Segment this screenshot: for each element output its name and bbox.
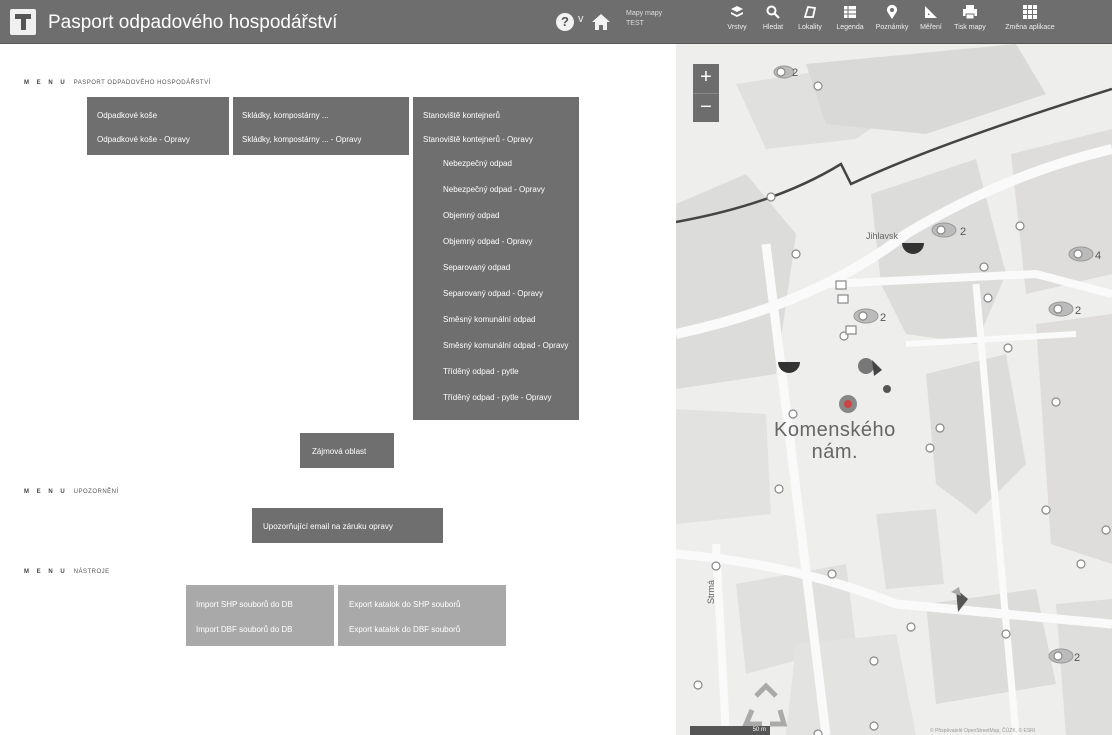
zoom-in-button[interactable]: + [693, 64, 719, 93]
tool-measure[interactable]: Měření [914, 4, 948, 42]
cluster-count: 2 [960, 226, 966, 238]
menu-title: UPOZORNĚNÍ [73, 489, 119, 495]
menu-item-separovany-odpad[interactable]: Separovaný odpad [423, 263, 568, 289]
map-canvas: 2 2 4 2 2 2 [676, 44, 1112, 735]
menu-title: PASPORT ODPADOVÉHO HOSPODÁŘSTVÍ [73, 80, 211, 86]
cluster-count: 2 [880, 312, 886, 324]
app-logo-icon [10, 9, 36, 35]
menu-item-label: Zájmová oblast [312, 447, 367, 456]
tool-print[interactable]: Tisk mapy [950, 4, 990, 42]
zoom-out-button[interactable]: − [693, 93, 719, 123]
cluster-count: 2 [792, 67, 798, 79]
street-label-strma: Strmá [706, 579, 716, 604]
measure-icon [923, 4, 939, 20]
menu-item-objemny-odpad[interactable]: Objemný odpad [423, 211, 568, 237]
map-attribution: © Přispěvatelé OpenStreetMap, ČÚZK, © ES… [930, 728, 1036, 734]
export-dbf-button[interactable]: Export katalok do DBF souborů [349, 625, 460, 634]
menu-item-objemny-odpad-opravy[interactable]: Objemný odpad - Opravy [423, 237, 568, 263]
zoom-control: + − [693, 64, 719, 122]
place-label-line: Komenského [774, 419, 896, 441]
menu-item-odpadkove-kose-opravy[interactable]: Odpadkové koše - Opravy [97, 135, 190, 144]
place-label-line: nám. [811, 441, 859, 463]
tool-label: Lokality [798, 24, 822, 31]
warning-email-button[interactable]: Upozorňující email na záruku opravy [252, 508, 443, 543]
print-icon [962, 4, 978, 20]
cluster-count: 2 [1074, 652, 1080, 664]
app-header: Pasport odpadového hospodářství ? v Mapy… [0, 0, 1112, 44]
tool-label: Změna aplikace [1005, 24, 1055, 31]
cluster-count: 4 [1095, 250, 1101, 262]
menu-title: NÁSTROJE [73, 569, 110, 575]
pin-icon [884, 4, 900, 20]
tool-localities[interactable]: Lokality [794, 4, 826, 42]
layers-icon [729, 4, 745, 20]
menu-item-nebezpecny-odpad-opravy[interactable]: Nebezpečný odpad - Opravy [423, 185, 568, 211]
menu-item-skladky[interactable]: Skládky, kompostárny ... [242, 111, 329, 120]
menu-item-nebezpecny-odpad[interactable]: Nebezpečný odpad [423, 159, 568, 185]
menu-heading-upozorneni: M E N U UPOZORNĚNÍ [24, 489, 119, 495]
menu-item-stanoviste-kontejneru[interactable]: Stanoviště kontejnerů [423, 111, 568, 135]
tool-label: Vrstvy [727, 24, 747, 31]
menu-item-odpadkove-kose[interactable]: Odpadkové koše [97, 111, 157, 120]
containers-list: Stanoviště kontejnerů Stanoviště kontejn… [423, 111, 568, 419]
menu-prefix: M E N U [24, 489, 68, 495]
help-button[interactable]: ? [556, 13, 574, 31]
tool-label: Legenda [836, 24, 864, 31]
legend-icon [842, 4, 858, 20]
tool-label: Hledat [762, 24, 784, 31]
menu-item-smesny-odpad[interactable]: Směsný komunální odpad [423, 315, 568, 341]
scale-bar: 50 m [690, 726, 770, 735]
help-dropdown-caret[interactable]: v [578, 13, 584, 25]
apps-grid-icon [1022, 4, 1038, 20]
menu-group-bins: Odpadkové koše Odpadkové koše - Opravy [87, 97, 229, 155]
menu-panel: M E N U PASPORT ODPADOVÉHO HOSPODÁŘSTVÍ O… [0, 44, 676, 735]
menu-item-stanoviste-kontejneru-opravy[interactable]: Stanoviště kontejnerů - Opravy [423, 135, 568, 159]
menu-item-trideny-odpad-pytle-opravy[interactable]: Tříděný odpad - pytle - Opravy [423, 393, 568, 419]
menu-item-smesny-odpad-opravy[interactable]: Směsný komunální odpad - Opravy [423, 341, 568, 367]
tool-label: Poznámky [875, 24, 909, 31]
menu-item-separovany-odpad-opravy[interactable]: Separovaný odpad - Opravy [423, 289, 568, 315]
export-shp-button[interactable]: Export katalok do SHP souborů [349, 600, 460, 609]
menu-item-zajmova-oblast[interactable]: Zájmová oblast [300, 433, 394, 468]
map-view[interactable]: 2 2 4 2 2 2 + − Komenského nám. Jihlavsk… [676, 44, 1112, 735]
warning-email-label: Upozorňující email na záruku opravy [263, 522, 393, 531]
menu-prefix: M E N U [24, 80, 68, 86]
locality-icon [802, 4, 818, 20]
cluster-count: 2 [1075, 305, 1081, 317]
tools-group-import: Import SHP souborů do DB Import DBF soub… [186, 585, 334, 646]
tool-label: Tisk mapy [954, 24, 986, 31]
tool-layers[interactable]: Vrstvy [722, 4, 752, 42]
tool-change-app[interactable]: Změna aplikace [1000, 4, 1060, 42]
menu-heading-nastroje: M E N U NÁSTROJE [24, 569, 110, 575]
map-name-line: Mapy mapy [626, 10, 663, 17]
app-title: Pasport odpadového hospodářství [48, 12, 338, 33]
menu-group-landfills: Skládky, kompostárny ... Skládky, kompos… [233, 97, 409, 155]
menu-group-containers: Stanoviště kontejnerů Stanoviště kontejn… [413, 97, 579, 420]
tool-notes[interactable]: Poznámky [872, 4, 912, 42]
place-label: Komenského nám. [774, 419, 896, 463]
menu-item-trideny-odpad-pytle[interactable]: Tříděný odpad - pytle [423, 367, 568, 393]
map-name-line: TEST [626, 20, 644, 27]
menu-heading-pasport: M E N U PASPORT ODPADOVÉHO HOSPODÁŘSTVÍ [24, 80, 211, 86]
tool-legend[interactable]: Legenda [832, 4, 868, 42]
menu-prefix: M E N U [24, 569, 68, 575]
map-name: Mapy mapy TEST [626, 9, 662, 29]
import-dbf-button[interactable]: Import DBF souborů do DB [196, 625, 292, 634]
tool-label: Měření [920, 24, 942, 31]
menu-item-skladky-opravy[interactable]: Skládky, kompostárny ... - Opravy [242, 135, 361, 144]
street-label-jihlavska: Jihlavsk [866, 231, 899, 241]
import-shp-button[interactable]: Import SHP souborů do DB [196, 600, 293, 609]
tools-group-export: Export katalok do SHP souborů Export kat… [338, 585, 506, 646]
tool-search[interactable]: Hledat [758, 4, 788, 42]
home-icon[interactable] [590, 11, 612, 33]
search-icon [765, 4, 781, 20]
